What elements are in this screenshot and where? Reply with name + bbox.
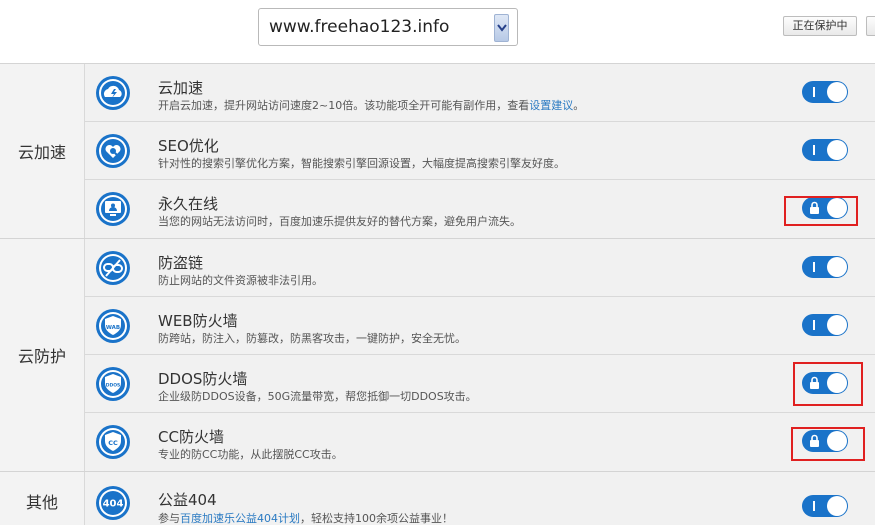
- feature-desc: 专业的防CC功能，从此摆脱CC攻击。: [158, 448, 343, 461]
- group-cloud-accel: 云加速 云加速 开启云加速，提升网站访问速度2~10倍。该功能项全开可能有副作用…: [0, 64, 875, 239]
- feature-desc: 当您的网站无法访问时，百度加速乐提供友好的替代方案，避免用户流失。: [158, 215, 521, 228]
- group-other: 其他 404 公益404 参与百度加速乐公益404计划，轻松支持100余项公益事…: [0, 472, 875, 525]
- settings-advice-link[interactable]: 设置建议: [529, 99, 573, 112]
- feature-row-cc: CC CC防火墙 专业的防CC功能，从此摆脱CC攻击。: [85, 413, 875, 471]
- top-bar: www.freehao123.info 正在保护中: [0, 0, 875, 64]
- charity-404-icon: 404: [94, 484, 132, 522]
- feature-title: 公益404: [158, 491, 217, 509]
- seo-heart-search-icon: [94, 132, 132, 170]
- feature-desc: 企业级防DDOS设备，50G流量带宽，帮您抵御一切DDOS攻击。: [158, 390, 477, 403]
- ddos-icon-text: DDOS: [106, 383, 121, 389]
- feature-title: SEO优化: [158, 137, 219, 155]
- highlight-box: [791, 427, 865, 461]
- feature-row-hotlink: 防盗链 防止网站的文件资源被非法引用。: [85, 239, 875, 297]
- chevron-down-icon[interactable]: [494, 14, 509, 42]
- site-select-value: www.freehao123.info: [269, 17, 450, 37]
- feature-row-always-online: 永久在线 当您的网站无法访问时，百度加速乐提供友好的替代方案，避免用户流失。: [85, 180, 875, 238]
- ddos-shield-icon: DDOS: [94, 365, 132, 403]
- waf-shield-icon: WAB: [94, 307, 132, 345]
- broken-link-icon: [94, 249, 132, 287]
- charity-icon-text: 404: [103, 499, 124, 510]
- highlight-box: [793, 362, 863, 406]
- toggle-charity-404[interactable]: [802, 495, 848, 517]
- feature-row-charity-404: 404 公益404 参与百度加速乐公益404计划，轻松支持100余项公益事业！: [85, 472, 875, 525]
- monitor-user-icon: [94, 190, 132, 228]
- feature-row-seo: SEO优化 针对性的搜索引擎优化方案，智能搜索引擎回源设置，大幅度提高搜索引擎友…: [85, 122, 875, 180]
- charity-404-link[interactable]: 百度加速乐公益404计划: [180, 512, 300, 525]
- feature-title: CC防火墙: [158, 428, 224, 446]
- feature-title: 防盗链: [158, 254, 204, 272]
- protecting-button[interactable]: 正在保护中: [783, 16, 857, 36]
- feature-row-ddos: DDOS DDOS防火墙 企业级防DDOS设备，50G流量带宽，帮您抵御一切DD…: [85, 355, 875, 413]
- feature-title: DDOS防火墙: [158, 370, 248, 388]
- waf-icon-text: WAB: [106, 325, 120, 331]
- toggle-waf[interactable]: [802, 314, 848, 336]
- group-cloud-protect: 云防护 防盗链 防止网站的文件资源被非法引用。 WAB WEB防火墙 防跨站，防…: [0, 239, 875, 472]
- feature-desc: 开启云加速，提升网站访问速度2~10倍。该功能项全开可能有副作用，查看设置建议。: [158, 99, 585, 112]
- toggle-seo[interactable]: [802, 139, 848, 161]
- cc-icon-text: CC: [108, 439, 118, 447]
- cc-shield-icon: CC: [94, 423, 132, 461]
- feature-desc: 防跨站，防注入，防篡改，防黑客攻击，一键防护，安全无忧。: [158, 332, 466, 345]
- feature-title: WEB防火墙: [158, 312, 238, 330]
- group-label: 云防护: [0, 239, 85, 471]
- feature-row-waf: WAB WEB防火墙 防跨站，防注入，防篡改，防黑客攻击，一键防护，安全无忧。: [85, 297, 875, 355]
- toggle-cloud-accel[interactable]: [802, 81, 848, 103]
- feature-desc: 防止网站的文件资源被非法引用。: [158, 274, 323, 287]
- toggle-hotlink[interactable]: [802, 256, 848, 278]
- group-label: 云加速: [0, 64, 85, 238]
- group-label: 其他: [0, 472, 85, 525]
- feature-desc: 参与百度加速乐公益404计划，轻松支持100余项公益事业！: [158, 512, 453, 525]
- highlight-box: [784, 196, 858, 226]
- feature-desc: 针对性的搜索引擎优化方案，智能搜索引擎回源设置，大幅度提高搜索引擎友好度。: [158, 157, 565, 170]
- edge-button[interactable]: [866, 16, 875, 36]
- site-select[interactable]: www.freehao123.info: [258, 8, 518, 46]
- feature-title: 永久在线: [158, 195, 219, 213]
- cloud-speed-icon: [94, 74, 132, 112]
- feature-title: 云加速: [158, 79, 204, 97]
- feature-row-cloud-accel: 云加速 开启云加速，提升网站访问速度2~10倍。该功能项全开可能有副作用，查看设…: [85, 64, 875, 122]
